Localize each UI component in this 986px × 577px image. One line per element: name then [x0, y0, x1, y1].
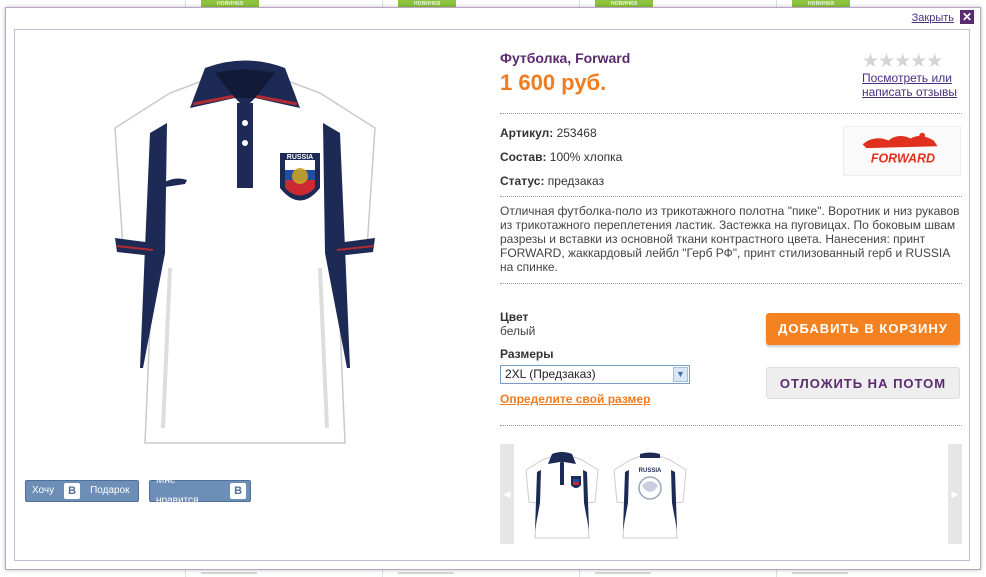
composition-row: Состав: 100% хлопка	[500, 150, 622, 164]
divider	[500, 113, 962, 114]
color-label: Цвет	[500, 310, 529, 324]
vk-icon: В	[230, 483, 246, 499]
vk-icon: В	[64, 483, 81, 499]
add-to-cart-button[interactable]: ДОБАВИТЬ В КОРЗИНУ	[766, 313, 960, 345]
brand-logo[interactable]: FORWARD	[843, 126, 961, 176]
background-strip-bottom	[0, 569, 986, 577]
composition-value: 100% хлопка	[549, 150, 623, 164]
status-label: Статус:	[500, 174, 545, 188]
size-select[interactable]: 2XL (Предзаказ) ▼	[500, 365, 690, 384]
brand-logo-text: FORWARD	[871, 152, 935, 166]
thumbnail-carousel: ◀ RUSSIA ▶	[500, 444, 962, 544]
article-value: 253468	[556, 126, 597, 140]
divider	[500, 425, 962, 426]
close-link[interactable]: Закрыть	[912, 12, 954, 24]
chevron-down-icon[interactable]: ▼	[673, 367, 688, 382]
reviews-link[interactable]: Посмотреть или написать отзывы	[862, 71, 972, 99]
gift-label: Подарок	[90, 485, 130, 496]
vk-like-button[interactable]: Мне нравится В	[149, 475, 251, 506]
background-divider	[776, 569, 777, 577]
thumbnail-back[interactable]: RUSSIA	[610, 446, 690, 542]
back-print-text: RUSSIA	[639, 468, 662, 474]
carousel-next-icon[interactable]: ▶	[948, 444, 962, 544]
product-main-image[interactable]: RUSSIA	[95, 38, 395, 458]
background-divider	[185, 569, 186, 577]
sizes-label: Размеры	[500, 347, 554, 361]
divider	[500, 283, 962, 284]
size-guide-link[interactable]: Определите свой размер	[500, 392, 650, 406]
divider	[500, 196, 962, 197]
carousel-prev-icon[interactable]: ◀	[500, 444, 514, 544]
status-value: предзаказ	[547, 174, 605, 188]
product-description: Отличная футболка-поло из трикотажного п…	[500, 204, 960, 274]
product-title: Футболка, Forward	[500, 50, 631, 66]
background-divider	[382, 569, 383, 577]
status-row: Статус: предзаказ	[500, 174, 604, 188]
emblem-text: RUSSIA	[287, 154, 313, 161]
article-row: Артикул: 253468	[500, 126, 597, 140]
size-select-value: 2XL (Предзаказ)	[505, 367, 596, 381]
background-divider	[579, 569, 580, 577]
rating-stars[interactable]: ★★★★★	[862, 50, 943, 73]
like-label: Мне нравится	[156, 475, 199, 506]
thumbnail-front[interactable]	[522, 446, 602, 542]
color-value: белый	[500, 324, 536, 338]
want-label: Хочу	[32, 485, 55, 496]
close-icon[interactable]: ✕	[960, 10, 974, 24]
want-gift-button[interactable]: Хочу В Подарок	[25, 480, 139, 502]
article-label: Артикул:	[500, 126, 554, 140]
composition-label: Состав:	[500, 150, 547, 164]
save-for-later-button[interactable]: ОТЛОЖИТЬ НА ПОТОМ	[766, 367, 960, 399]
product-price: 1 600 руб.	[500, 70, 607, 95]
